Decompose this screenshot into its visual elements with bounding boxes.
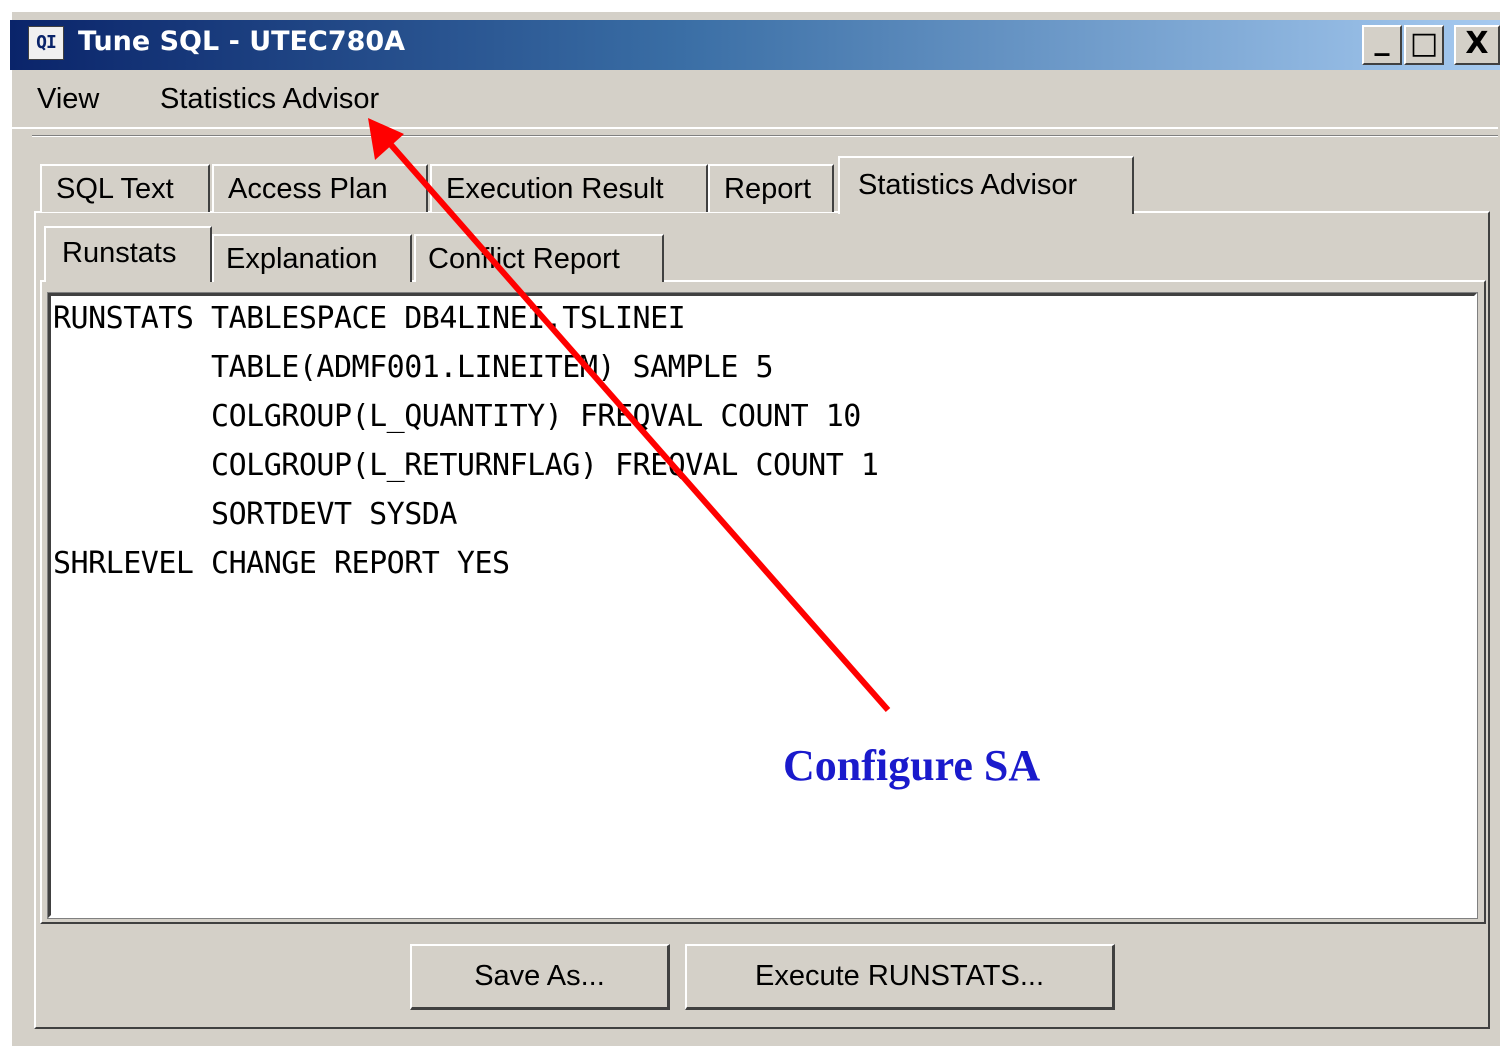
arrow-shaft bbox=[382, 136, 891, 712]
annotation-arrow bbox=[368, 118, 891, 712]
configure-sa-annotation: Configure SA bbox=[783, 741, 1041, 790]
